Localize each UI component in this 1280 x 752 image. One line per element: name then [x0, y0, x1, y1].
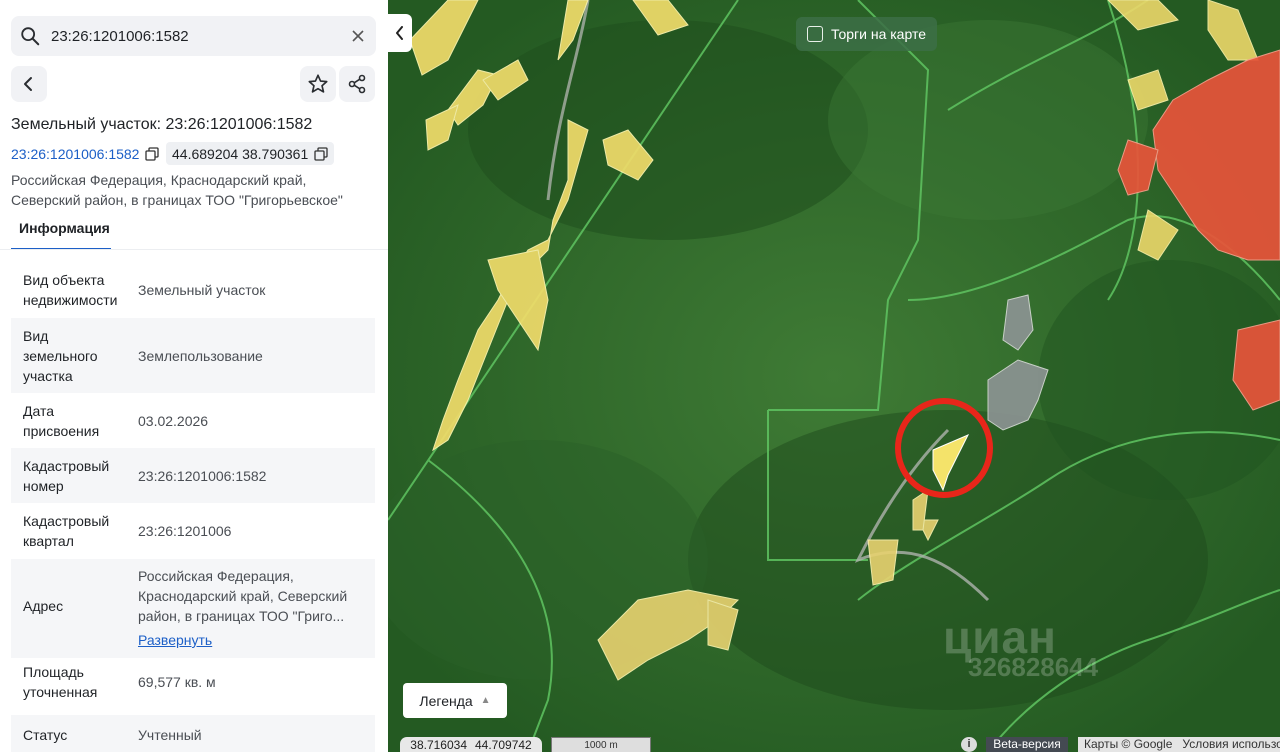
address-line: Российская Федерация, Краснодарский край…: [11, 172, 307, 188]
torgi-toggle[interactable]: Торги на карте: [796, 17, 937, 51]
info-icon[interactable]: i: [961, 737, 977, 752]
table-row: Дата присвоения 03.02.2026: [11, 393, 375, 448]
cadastral-number-link[interactable]: 23:26:1201006:1582: [11, 146, 139, 162]
key-line: квартал: [23, 533, 74, 549]
star-icon: [308, 74, 328, 93]
legend-label: Легенда: [419, 692, 473, 709]
address-summary: Российская Федерация, Краснодарский край…: [11, 170, 381, 210]
row-key: Кадастровый номер: [23, 456, 123, 496]
key-line: присвоения: [23, 423, 100, 439]
row-key: Дата присвоения: [23, 401, 123, 441]
row-value: Земельный участок: [138, 282, 266, 298]
beta-badge: Beta-версия: [986, 737, 1068, 752]
row-key: Адрес: [23, 598, 64, 614]
table-row: Вид объекта недвижимости Земельный участ…: [11, 262, 375, 318]
row-value: 23:26:1201006:1582: [138, 468, 267, 484]
info-table: Вид объекта недвижимости Земельный участ…: [11, 262, 375, 752]
address-line: Северский район, в границах ТОО "Григорь…: [11, 192, 343, 208]
expand-address-link[interactable]: Развернуть: [138, 630, 363, 650]
key-line: участка: [23, 368, 73, 384]
table-row: Адрес Российская Федерация, Краснодарски…: [11, 559, 375, 658]
row-value: Российская Федерация, Краснодарский край…: [138, 566, 363, 650]
row-value: 03.02.2026: [138, 413, 209, 429]
back-button[interactable]: [11, 66, 47, 102]
key-line: номер: [23, 478, 64, 494]
copy-icon[interactable]: [314, 146, 328, 161]
table-row: Кадастровый квартал 23:26:1201006: [11, 503, 375, 559]
key-line: Кадастровый: [23, 513, 110, 529]
key-line: Площадь: [23, 664, 84, 680]
cursor-coordinates: 38.716034 44.709742: [400, 737, 542, 752]
key-line: Вид: [23, 328, 49, 344]
satellite-map[interactable]: [388, 0, 1280, 752]
collapse-panel-button[interactable]: [388, 14, 412, 52]
key-line: Кадастровый: [23, 458, 110, 474]
row-key: Вид объекта недвижимости: [23, 270, 123, 310]
chevron-left-icon: [396, 26, 403, 40]
key-line: Вид объекта: [23, 272, 105, 288]
clear-search-icon[interactable]: [348, 26, 368, 46]
table-row: Площадь уточненная 69,577 кв. м: [11, 658, 375, 715]
row-key: Площадь уточненная: [23, 662, 123, 702]
value-line: Краснодарский край, Северский: [138, 588, 348, 604]
row-value: 69,577 кв. м: [138, 674, 216, 690]
tab-info[interactable]: Информация: [11, 220, 111, 250]
row-value: Учтенный: [138, 727, 202, 743]
scale-bar: 1000 m: [551, 737, 651, 752]
property-panel: 23:26:1201006:1582 Земельный участок: 23…: [0, 0, 388, 752]
attribution-text: Карты © Google: [1084, 737, 1173, 751]
search-bar[interactable]: 23:26:1201006:1582: [11, 16, 376, 56]
cadastral-number-chip[interactable]: 23:26:1201006:1582: [5, 142, 166, 165]
torgi-checkbox[interactable]: [807, 26, 823, 42]
key-line: Дата: [23, 403, 55, 419]
watermark-id: 326828644: [968, 652, 1099, 682]
torgi-label: Торги на карте: [831, 26, 926, 42]
row-value: Землепользование: [138, 348, 263, 364]
map-attribution: Карты © Google Условия использования: [1078, 737, 1280, 752]
coordinates-text: 44.689204 38.790361: [172, 145, 309, 162]
row-key: Статус: [23, 727, 68, 743]
value-line: район, в границах ТОО "Григо...: [138, 608, 345, 624]
row-key: Вид земельного участка: [23, 326, 123, 386]
row-value: 23:26:1201006: [138, 523, 232, 539]
legend-button[interactable]: Легенда ▲: [403, 683, 507, 718]
watermark: циан 326828644: [943, 610, 1098, 682]
share-icon: [348, 74, 366, 94]
copy-icon[interactable]: [145, 146, 160, 161]
coordinates-chip[interactable]: 44.689204 38.790361: [166, 142, 335, 165]
search-input[interactable]: 23:26:1201006:1582: [51, 28, 189, 45]
terms-link[interactable]: Условия использования: [1182, 737, 1280, 751]
key-line: уточненная: [23, 684, 98, 700]
page-title: Земельный участок: 23:26:1201006:1582: [11, 116, 313, 133]
table-row: Статус Учтенный: [11, 715, 375, 752]
search-icon: [21, 27, 40, 46]
cursor-lon: 38.716034: [410, 737, 467, 752]
chevron-left-icon: [24, 77, 32, 91]
map-view[interactable]: Торги на карте циан 326828644 Легенда ▲ …: [388, 0, 1280, 752]
favorite-button[interactable]: [300, 66, 336, 102]
chevron-up-icon: ▲: [480, 695, 491, 706]
cursor-lat: 44.709742: [475, 737, 532, 752]
tab-divider: [0, 249, 388, 250]
table-row: Вид земельного участка Землепользование: [11, 318, 375, 393]
key-line: земельного: [23, 348, 98, 364]
table-row: Кадастровый номер 23:26:1201006:1582: [11, 448, 375, 503]
key-line: недвижимости: [23, 292, 118, 308]
row-key: Кадастровый квартал: [23, 511, 123, 551]
value-line: Российская Федерация,: [138, 568, 294, 584]
share-button[interactable]: [339, 66, 375, 102]
